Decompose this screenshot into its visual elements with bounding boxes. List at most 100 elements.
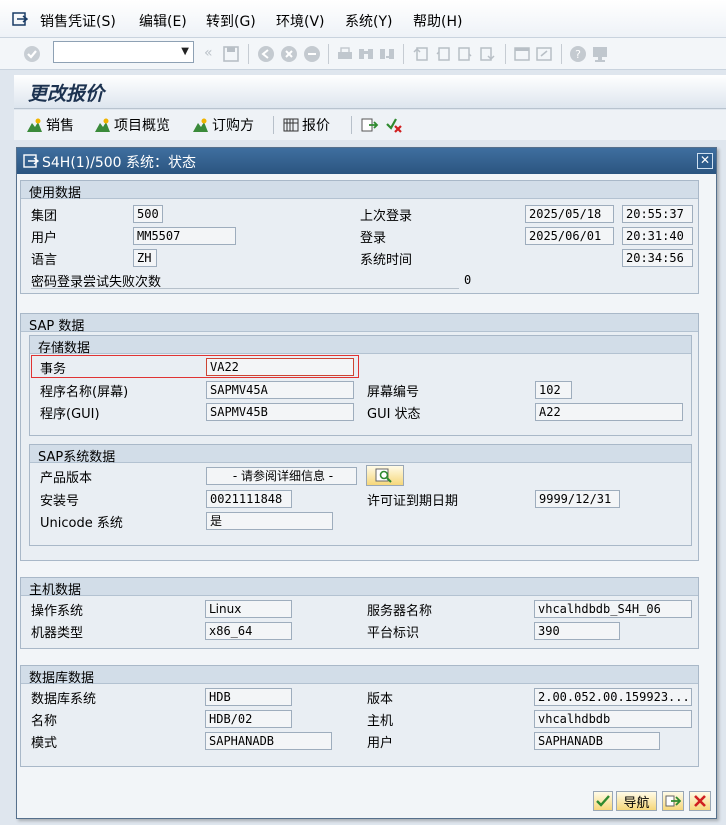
database-data-group: 数据库数据 数据库系统 HDB 名称 HDB/02 模式 SAPHANADB 版… <box>20 665 699 767</box>
cancel-button[interactable] <box>689 791 711 811</box>
double-chevron-left-icon: « <box>204 45 213 61</box>
save-icon[interactable] <box>222 45 240 63</box>
shortcut-icon[interactable] <box>535 45 553 63</box>
group-header: 数据库数据 <box>21 666 698 686</box>
command-field[interactable]: ▼ <box>53 41 194 63</box>
sales-button[interactable]: 销售 <box>26 115 74 135</box>
sap-system-data-header: SAP系统数据 <box>38 450 116 465</box>
sold-to-party-label: 订购方 <box>212 118 254 134</box>
toolbar-separator <box>248 44 249 64</box>
platform-id-field: 390 <box>534 622 620 640</box>
previous-page-icon[interactable] <box>434 45 452 63</box>
user-field: MM5507 <box>133 227 236 245</box>
db-schema-field: SAPHANADB <box>205 732 332 750</box>
help-icon[interactable]: ? <box>569 45 587 63</box>
toolbar-separator <box>328 44 329 64</box>
cancel-icon[interactable] <box>303 45 321 63</box>
check-icon <box>596 795 610 807</box>
quotation-button[interactable]: 报价 <box>283 115 330 135</box>
display-change-icon[interactable] <box>361 116 379 134</box>
confirm-button[interactable] <box>593 791 613 811</box>
find-icon[interactable] <box>357 45 375 63</box>
sap-data-header: SAP 数据 <box>29 319 85 334</box>
status-dialog: S4H(1)/500 系统：状态 ✕ 使用数据 集团 500 用户 MM5507… <box>16 147 717 819</box>
table-icon <box>283 118 299 132</box>
database-data-header: 数据库数据 <box>29 671 95 686</box>
chevron-down-icon[interactable]: ▼ <box>181 46 189 57</box>
gui-status-field: A22 <box>535 403 683 421</box>
language-label: 语言 <box>31 253 58 268</box>
mountain-icon <box>193 118 208 132</box>
application-toolbar: 销售 项目概览 订购方 报价 <box>14 110 726 140</box>
mountain-icon <box>95 118 110 132</box>
db-host-field: vhcalhdbdb <box>534 710 692 728</box>
machine-type-field: x86_64 <box>205 622 292 640</box>
host-data-header: 主机数据 <box>29 583 82 598</box>
find-next-icon[interactable] <box>378 45 396 63</box>
db-name-field: HDB/02 <box>205 710 292 728</box>
enter-check-icon[interactable] <box>23 45 41 63</box>
system-time-field: 20:34:56 <box>622 249 693 267</box>
exit-icon[interactable] <box>280 45 298 63</box>
gui-status-label: GUI 状态 <box>367 407 421 422</box>
next-page-icon[interactable] <box>456 45 474 63</box>
item-overview-label: 项目概览 <box>114 118 170 134</box>
program-screen-label: 程序名称(屏幕) <box>40 385 129 400</box>
failed-logon-value: 0 <box>464 273 472 287</box>
product-version-field: - 请参阅详细信息 - <box>206 467 357 485</box>
close-icon[interactable]: ✕ <box>697 153 713 169</box>
window-menu-icon[interactable] <box>23 153 39 169</box>
menu-environment[interactable]: 环境(V) <box>276 11 325 31</box>
group-header: SAP 数据 <box>21 314 698 334</box>
item-overview-button[interactable]: 项目概览 <box>94 115 170 135</box>
last-page-icon[interactable] <box>478 45 496 63</box>
close-icon <box>694 795 706 807</box>
host-data-group: 主机数据 操作系统 Linux 机器类型 x86_64 服务器名称 vhcalh… <box>20 577 699 649</box>
program-gui-label: 程序(GUI) <box>40 407 100 422</box>
standard-toolbar: ▼ « ? <box>0 38 726 70</box>
installation-label: 安装号 <box>40 494 80 509</box>
screen-number-label: 屏幕编号 <box>367 385 420 400</box>
db-version-label: 版本 <box>367 692 394 707</box>
menu-edit[interactable]: 编辑(E) <box>139 11 187 31</box>
sap-data-group: SAP 数据 存储数据 事务 VA22 程序名称(屏幕) SAPMV45A 程序… <box>20 313 699 561</box>
menu-help[interactable]: 帮助(H) <box>413 11 462 31</box>
license-expiry-field: 9999/12/31 <box>535 490 620 508</box>
arrow-right-icon <box>665 795 681 807</box>
program-gui-field: SAPMV45B <box>206 403 354 421</box>
unicode-field: 是 <box>206 512 333 530</box>
back-icon[interactable] <box>257 45 275 63</box>
new-session-icon[interactable] <box>513 45 531 63</box>
logon-date-field: 2025/06/01 <box>525 227 614 245</box>
db-system-label: 数据库系统 <box>31 692 97 707</box>
db-schema-label: 模式 <box>31 736 58 751</box>
forward-button[interactable] <box>662 791 684 811</box>
menu-bar: 销售凭证(S) 编辑(E) 转到(G) 环境(V) 系统(Y) 帮助(H) <box>0 0 726 38</box>
page-title: 更改报价 <box>28 83 105 105</box>
print-icon[interactable] <box>336 45 354 63</box>
logon-label: 登录 <box>360 231 387 246</box>
toolbar-separator <box>561 44 562 64</box>
product-version-details-button[interactable] <box>366 465 404 486</box>
os-field: Linux <box>205 600 292 618</box>
window-menu-icon[interactable] <box>12 11 28 27</box>
last-logon-label: 上次登录 <box>360 209 413 224</box>
screen-number-field: 102 <box>535 381 572 399</box>
menu-sales-document[interactable]: 销售凭证(S) <box>40 11 116 31</box>
label-underline <box>31 288 459 289</box>
menu-goto[interactable]: 转到(G) <box>206 11 256 31</box>
server-name-field: vhcalhdbdb_S4H_06 <box>534 600 692 618</box>
check-delete-icon[interactable] <box>385 116 403 134</box>
menu-system[interactable]: 系统(Y) <box>345 11 392 31</box>
db-version-field: 2.00.052.00.159923... <box>534 688 692 706</box>
program-screen-field: SAPMV45A <box>206 381 354 399</box>
first-page-icon[interactable] <box>412 45 430 63</box>
customize-layout-icon[interactable] <box>591 45 609 63</box>
repository-data-header: 存储数据 <box>38 341 91 356</box>
navigation-button[interactable]: 导航 <box>616 791 657 811</box>
installation-field: 0021111848 <box>206 490 292 508</box>
group-header: 存储数据 <box>30 336 691 356</box>
command-input[interactable] <box>54 42 172 62</box>
sold-to-party-button[interactable]: 订购方 <box>192 115 254 135</box>
highlight-box <box>31 355 359 378</box>
